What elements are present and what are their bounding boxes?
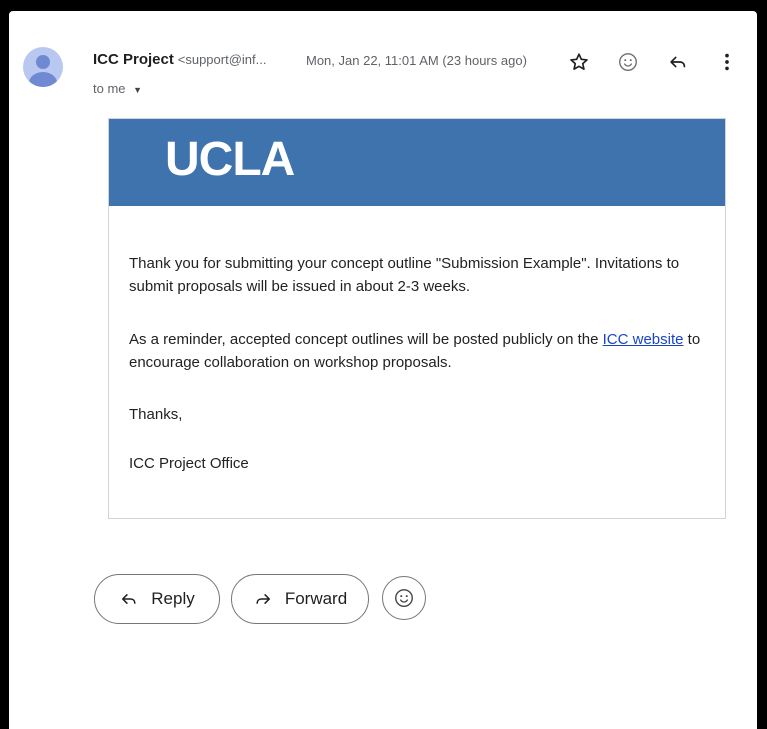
emoji-reaction-button[interactable]	[382, 576, 426, 620]
emoji-icon	[619, 53, 637, 71]
email-view: ICC Project <support@inf... Mon, Jan 22,…	[9, 11, 757, 729]
reply-icon	[119, 589, 139, 609]
forward-button-label: Forward	[284, 589, 348, 608]
add-reaction-button[interactable]	[615, 49, 641, 75]
reply-button[interactable]: Reply	[94, 574, 220, 624]
recipient-details-toggle[interactable]: to me ▼	[93, 81, 142, 96]
more-vert-icon	[725, 53, 729, 71]
reply-icon	[670, 56, 686, 68]
sender-line: ICC Project <support@inf...	[93, 51, 266, 68]
email-body: UCLA Thank you for submitting your conce…	[108, 118, 726, 519]
message-signature: ICC Project Office	[129, 455, 249, 472]
header-banner: UCLA	[109, 119, 725, 206]
message-paragraph-1: Thank you for submitting your concept ou…	[129, 255, 680, 295]
message-sign-off: Thanks,	[129, 406, 183, 423]
chevron-down-icon: ▼	[133, 85, 143, 95]
forward-icon	[253, 589, 273, 609]
recipient-label: to me	[93, 81, 126, 96]
star-button[interactable]	[566, 49, 592, 75]
sender-email: <support@inf...	[177, 52, 267, 67]
avatar-body-shape	[29, 72, 57, 87]
sender-avatar[interactable]	[23, 47, 63, 87]
email-date: Mon, Jan 22, 11:01 AM (23 hours ago)	[306, 53, 527, 68]
forward-button[interactable]: Forward	[231, 574, 369, 624]
icc-website-link[interactable]: ICC website	[603, 331, 684, 348]
ucla-logo: UCLA	[165, 133, 295, 186]
more-options-button[interactable]	[714, 49, 740, 75]
avatar-head-shape	[36, 55, 50, 69]
paragraph-2-text: As a reminder, accepted concept outlines…	[129, 331, 603, 348]
reply-icon-button[interactable]	[665, 49, 691, 75]
emoji-icon	[395, 589, 413, 607]
sender-name[interactable]: ICC Project	[93, 51, 174, 68]
reply-button-label: Reply	[151, 589, 195, 608]
star-icon	[570, 53, 588, 70]
message-paragraph-2: As a reminder, accepted concept outlines…	[129, 328, 709, 374]
